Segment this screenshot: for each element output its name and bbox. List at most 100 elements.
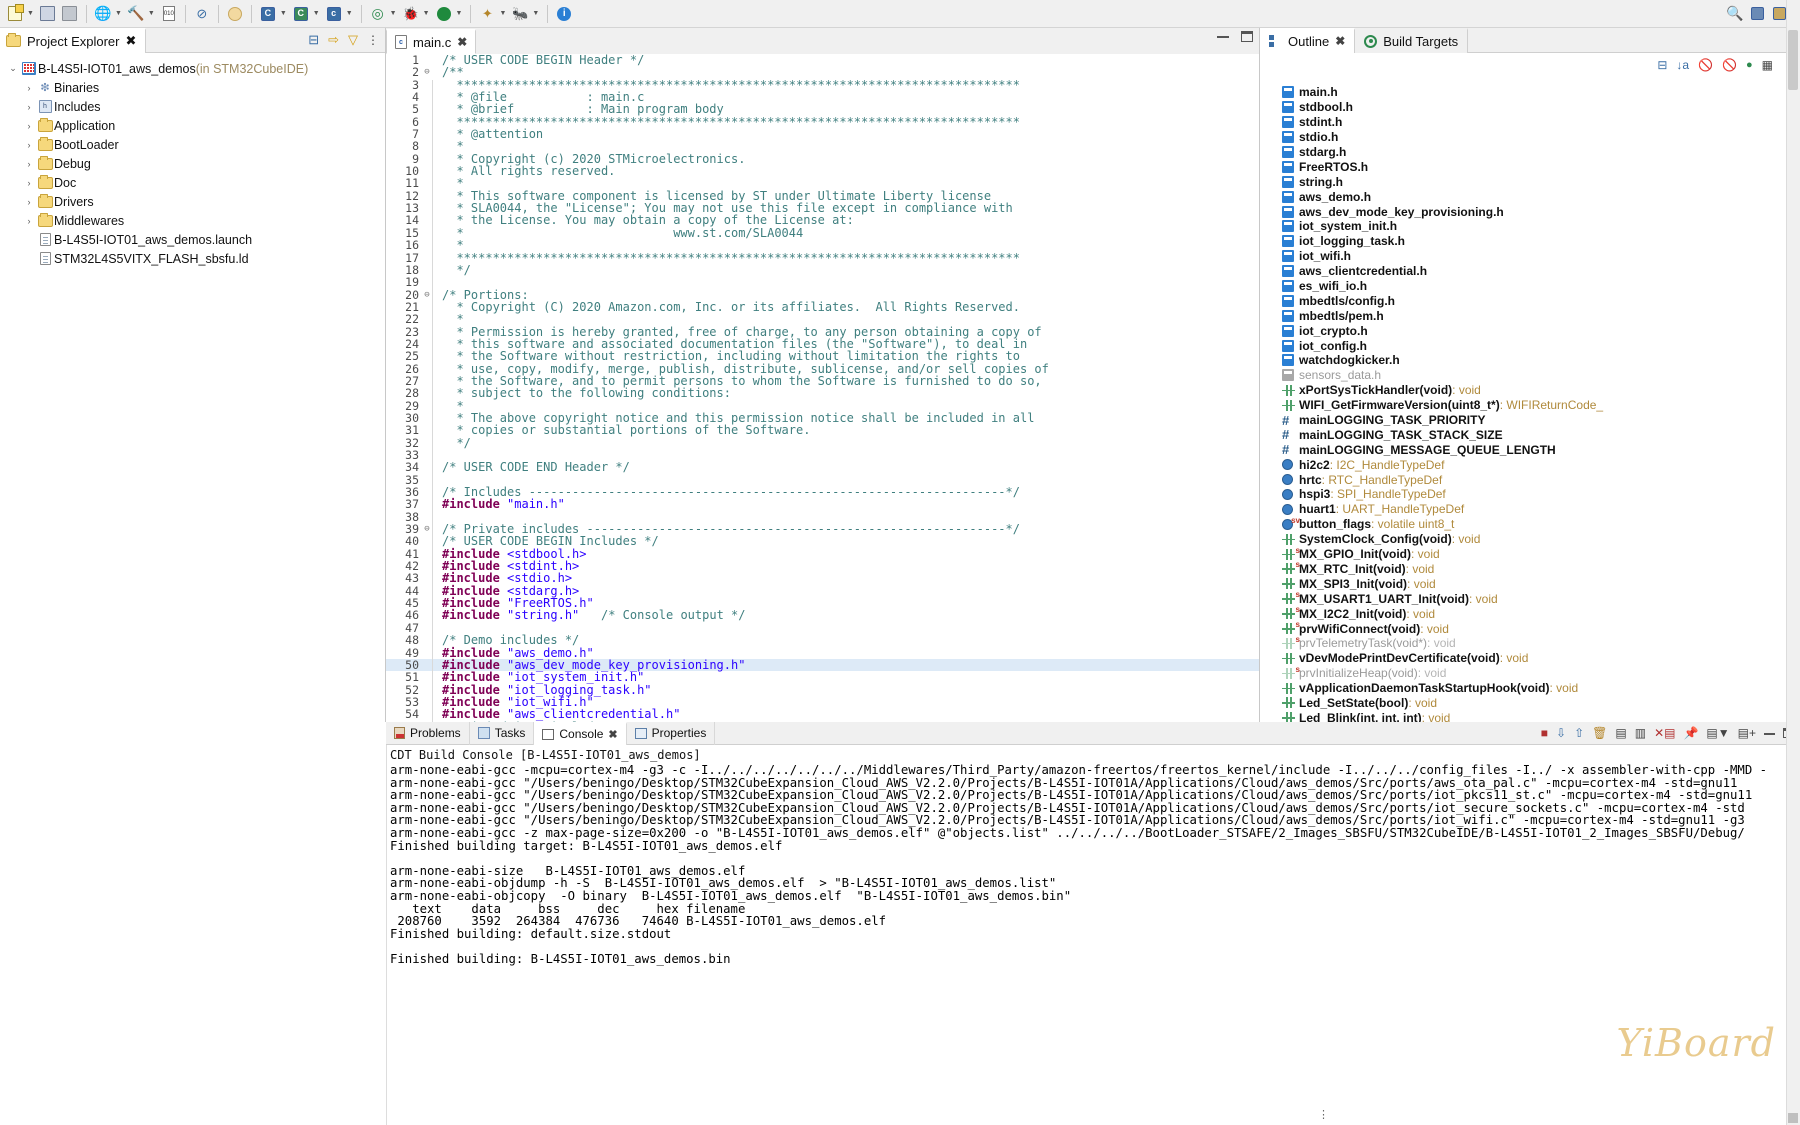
- fold-toggle-icon[interactable]: [422, 252, 432, 264]
- tree-item[interactable]: › BootLoader: [0, 135, 385, 154]
- expand-arrow-icon[interactable]: ›: [22, 140, 36, 150]
- fold-toggle-icon[interactable]: [422, 400, 432, 412]
- tab-problems[interactable]: Problems: [386, 721, 470, 745]
- fold-toggle-icon[interactable]: [422, 597, 432, 609]
- outline-item[interactable]: iot_wifi.h: [1260, 249, 1800, 264]
- perspective-cpp-button[interactable]: [1746, 3, 1768, 25]
- fold-toggle-icon[interactable]: [422, 276, 432, 288]
- debug-tool-button[interactable]: 🐜: [509, 3, 531, 25]
- scroll-lock-icon[interactable]: ⇧: [1574, 726, 1584, 740]
- outline-item[interactable]: s MX_GPIO_Init(void) : void: [1260, 546, 1800, 562]
- view-menu-icon[interactable]: ⋮: [367, 33, 379, 47]
- outline-item[interactable]: SystemClock_Config(void) : void: [1260, 532, 1800, 547]
- outline-item[interactable]: s MX_RTC_Init(void) : void: [1260, 560, 1800, 577]
- code-line[interactable]: 15 * www.st.com/SLA0044: [386, 226, 1259, 239]
- fold-toggle-icon[interactable]: [422, 326, 432, 338]
- outline-item[interactable]: stdbool.h: [1260, 100, 1800, 115]
- fold-toggle-icon[interactable]: [422, 572, 432, 584]
- chevron-down-icon[interactable]: ▼: [390, 10, 397, 17]
- expand-arrow-icon[interactable]: ⌄: [6, 63, 20, 74]
- filters-icon[interactable]: ▦: [1762, 58, 1773, 72]
- tab-build-targets[interactable]: Build Targets: [1355, 27, 1469, 53]
- save-button[interactable]: [37, 3, 59, 25]
- resume-button[interactable]: [224, 3, 246, 25]
- fold-toggle-icon[interactable]: ⊖: [422, 66, 432, 78]
- outline-item[interactable]: stdarg.h: [1260, 145, 1800, 160]
- help-button[interactable]: i: [553, 3, 575, 25]
- outline-item[interactable]: string.h: [1260, 174, 1800, 189]
- outline-item[interactable]: watchdogkicker.h: [1260, 353, 1800, 368]
- fold-toggle-icon[interactable]: ⊖: [422, 289, 432, 301]
- tree-item[interactable]: › ❇ Binaries: [0, 78, 385, 97]
- outline-item[interactable]: s prvWifiConnect(void) : void: [1260, 620, 1800, 636]
- fold-toggle-icon[interactable]: [422, 190, 432, 202]
- expand-arrow-icon[interactable]: ›: [22, 197, 36, 207]
- new-c-file-button[interactable]: c: [323, 3, 345, 25]
- hide-static-icon[interactable]: 🚫: [1722, 58, 1737, 72]
- tree-item[interactable]: › Middlewares: [0, 211, 385, 230]
- fold-toggle-icon[interactable]: [422, 338, 432, 350]
- fold-toggle-icon[interactable]: [422, 264, 432, 276]
- expand-arrow-icon[interactable]: ›: [22, 83, 36, 93]
- fold-toggle-icon[interactable]: [422, 116, 432, 128]
- maximize-icon[interactable]: [1241, 31, 1253, 42]
- word-wrap-icon[interactable]: ▤: [1615, 726, 1626, 740]
- fold-toggle-icon[interactable]: [422, 535, 432, 547]
- save-all-button[interactable]: [59, 3, 81, 25]
- chevron-down-icon[interactable]: ▼: [148, 10, 155, 17]
- outline-item[interactable]: # mainLOGGING_MESSAGE_QUEUE_LENGTH: [1260, 442, 1800, 457]
- outline-item[interactable]: hspi3 : SPI_HandleTypeDef: [1260, 487, 1800, 502]
- code-line[interactable]: 17 *************************************…: [386, 251, 1259, 264]
- fold-toggle-icon[interactable]: [422, 511, 432, 523]
- code-line[interactable]: 28 * subject to the following conditions…: [386, 387, 1259, 400]
- expand-arrow-icon[interactable]: ›: [22, 102, 36, 112]
- tab-tasks[interactable]: Tasks: [470, 721, 535, 745]
- outline-item[interactable]: iot_config.h: [1260, 338, 1800, 353]
- fold-toggle-icon[interactable]: [422, 486, 432, 498]
- outline-item[interactable]: # mainLOGGING_TASK_STACK_SIZE: [1260, 427, 1800, 442]
- expand-arrow-icon[interactable]: ›: [22, 178, 36, 188]
- fold-toggle-icon[interactable]: [422, 696, 432, 708]
- fold-toggle-icon[interactable]: [422, 54, 432, 66]
- code-line[interactable]: 10 * All rights reserved.: [386, 165, 1259, 178]
- outline-item[interactable]: s MX_USART1_UART_Init(void) : void: [1260, 590, 1800, 606]
- tree-item[interactable]: › h Includes: [0, 97, 385, 116]
- tab-outline[interactable]: Outline ✖: [1260, 27, 1356, 53]
- expand-arrow-icon[interactable]: ›: [22, 159, 36, 169]
- outline-item[interactable]: aws_clientcredential.h: [1260, 264, 1800, 279]
- build-all-button[interactable]: 🌐: [92, 3, 114, 25]
- show-console-on-output-icon[interactable]: ▥: [1635, 726, 1646, 740]
- outline-item[interactable]: stdint.h: [1260, 115, 1800, 130]
- clear-console-icon[interactable]: 🗑: [1592, 726, 1607, 740]
- outline-item[interactable]: vDevModePrintDevCertificate(void) : void: [1260, 651, 1800, 666]
- resize-grip[interactable]: [1788, 1113, 1798, 1123]
- fold-toggle-icon[interactable]: [422, 91, 432, 103]
- tree-item[interactable]: › Doc: [0, 173, 385, 192]
- outline-item[interactable]: # mainLOGGING_TASK_PRIORITY: [1260, 413, 1800, 428]
- fold-toggle-icon[interactable]: [422, 671, 432, 683]
- terminate-icon[interactable]: ■: [1541, 726, 1548, 740]
- console-output[interactable]: arm-none-eabi-gcc -mcpu=cortex-m4 -g3 -c…: [386, 764, 1800, 966]
- run-green-button[interactable]: [433, 3, 455, 25]
- fold-toggle-icon[interactable]: [422, 634, 432, 646]
- fold-toggle-icon[interactable]: [422, 363, 432, 375]
- outline-item[interactable]: s prvTelemetryTask(void*) : void: [1260, 635, 1800, 651]
- outline-item[interactable]: sensors_data.h: [1260, 368, 1800, 383]
- tree-item-project[interactable]: ⌄ B-L4S5I-IOT01_aws_demos (in STM32CubeID…: [0, 59, 385, 78]
- outline-item[interactable]: sv button_flags : volatile uint8_t: [1260, 516, 1800, 532]
- outline-item[interactable]: es_wifi_io.h: [1260, 279, 1800, 294]
- fold-toggle-icon[interactable]: [422, 659, 432, 671]
- fold-toggle-icon[interactable]: [422, 585, 432, 597]
- outline-item[interactable]: MX_SPI3_Init(void) : void: [1260, 576, 1800, 591]
- close-icon[interactable]: ✖: [1335, 34, 1345, 48]
- fold-toggle-icon[interactable]: [422, 140, 432, 152]
- fold-toggle-icon[interactable]: [422, 79, 432, 91]
- fold-toggle-icon[interactable]: [422, 449, 432, 461]
- remove-all-terminated-icon[interactable]: ✕▤: [1654, 726, 1675, 740]
- outline-item[interactable]: huart1 : UART_HandleTypeDef: [1260, 502, 1800, 517]
- expand-arrow-icon[interactable]: ›: [22, 216, 36, 226]
- fold-toggle-icon[interactable]: [422, 128, 432, 140]
- chevron-down-icon[interactable]: ▼: [532, 10, 539, 17]
- minimize-icon[interactable]: [1217, 35, 1229, 38]
- outline-item[interactable]: hi2c2 : I2C_HandleTypeDef: [1260, 457, 1800, 472]
